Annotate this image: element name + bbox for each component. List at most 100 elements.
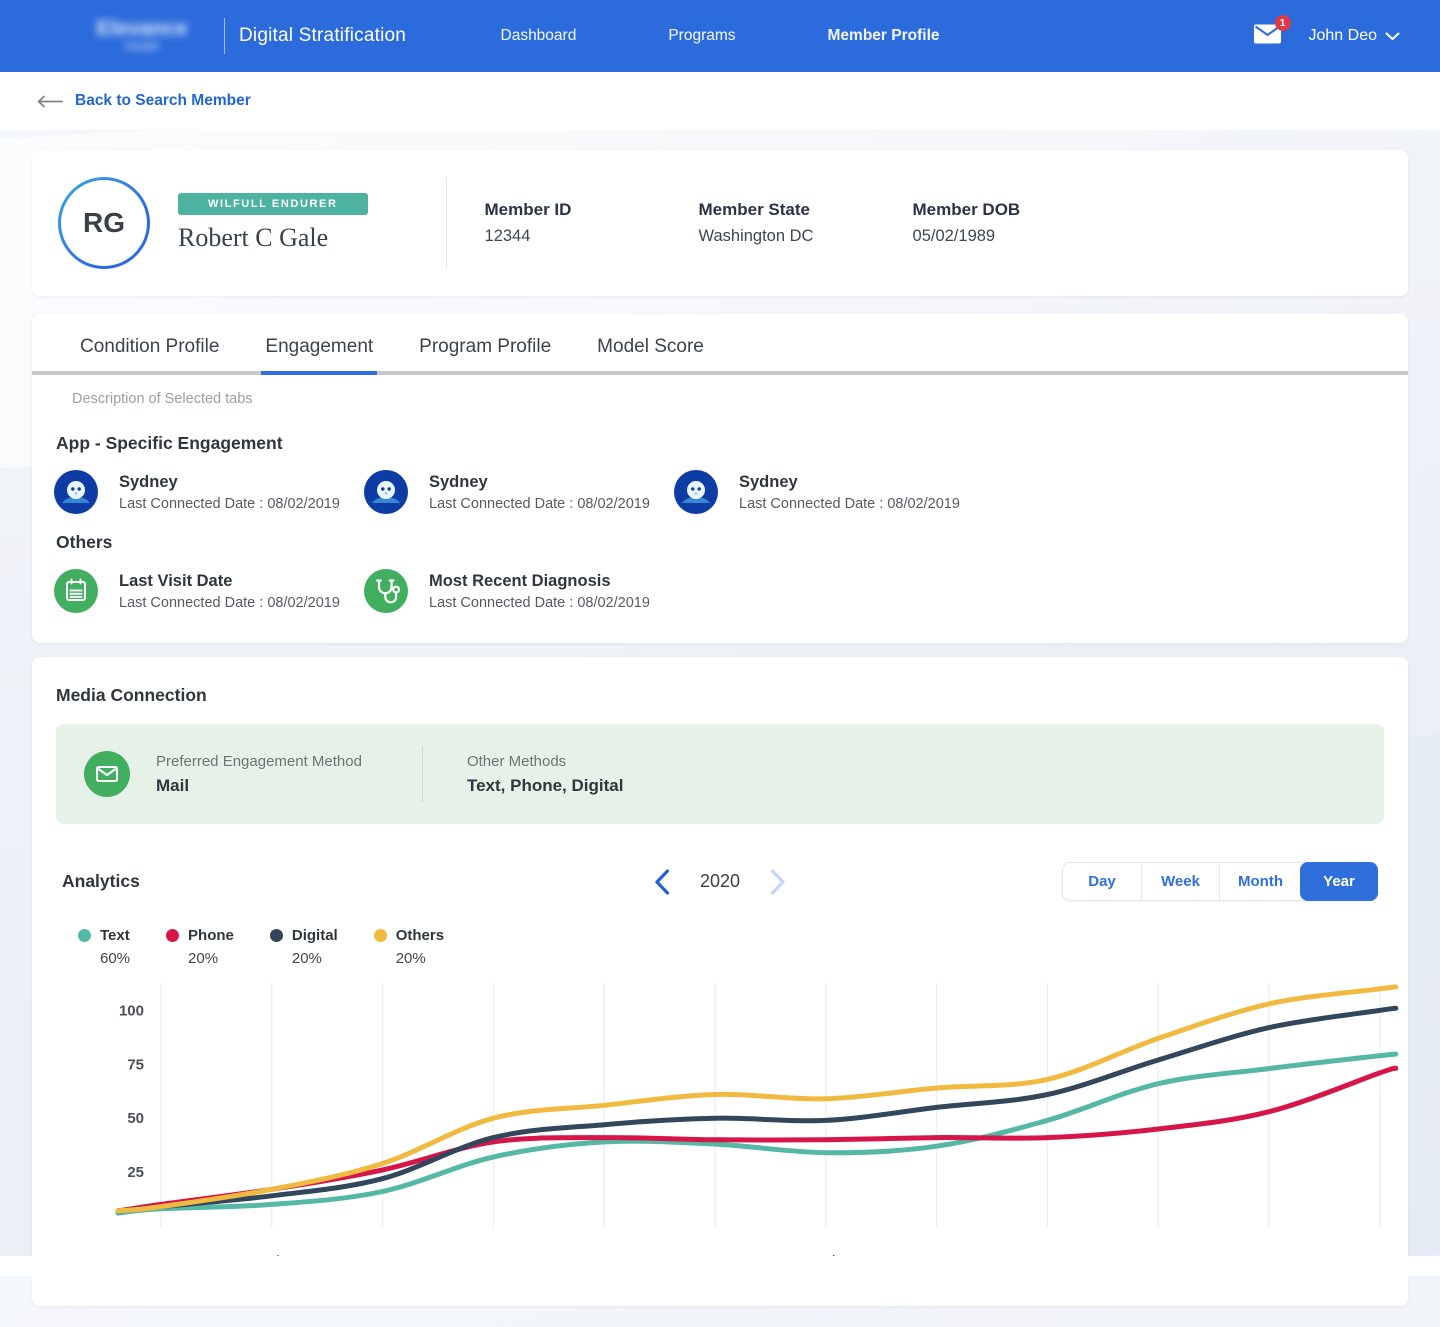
member-persona-badge: WILFULL ENDURER: [178, 193, 368, 215]
mail-circle-icon: [84, 751, 130, 797]
stethoscope-icon: [364, 569, 408, 613]
media-analytics-card: Media Connection Preferred Engagement Me…: [32, 657, 1408, 1306]
chart-legend: Text 60% Phone 20% Digital 20% Others 20…: [78, 927, 1384, 967]
member-id-label: Member ID: [485, 200, 699, 220]
tabs-underline: [32, 371, 1408, 375]
divider: [446, 177, 447, 269]
preferred-method-field: Preferred Engagement Method Mail: [156, 753, 362, 796]
legend-label: Others: [396, 927, 444, 944]
range-week-button[interactable]: Week: [1141, 863, 1219, 900]
engagement-card: Condition Profile Engagement Program Pro…: [32, 314, 1408, 643]
member-id-value: 12344: [485, 227, 699, 246]
other-item-name: Most Recent Diagnosis: [429, 572, 650, 591]
media-connection-heading: Media Connection: [56, 681, 1384, 706]
member-state-label: Member State: [699, 200, 913, 220]
member-dob-field: Member DOB 05/02/1989: [913, 200, 1127, 246]
notifications-button[interactable]: 1: [1253, 22, 1283, 50]
others-heading: Others: [32, 518, 1408, 553]
range-selector: Day Week Month Year: [1062, 862, 1378, 901]
legend-label: Phone: [188, 927, 234, 944]
range-year-button[interactable]: Year: [1300, 862, 1378, 901]
next-year-button[interactable]: [770, 869, 786, 895]
nav-item-member-profile[interactable]: Member Profile: [828, 27, 940, 45]
member-id-field: Member ID 12344: [485, 200, 699, 246]
chevron-down-icon: [1385, 32, 1400, 41]
top-nav-bar: Elevance Health Digital Stratification D…: [0, 0, 1440, 72]
legend-percent: 20%: [292, 950, 338, 967]
legend-dot: [78, 929, 91, 942]
back-to-search-link[interactable]: Back to Search Member: [36, 92, 251, 110]
legend-label: Text: [100, 927, 130, 944]
logo-text: Elevance: [96, 17, 187, 40]
legend-item-phone: Phone 20%: [166, 927, 234, 967]
other-item-last-connected: Last Connected Date : 08/02/2019: [119, 595, 340, 611]
svg-text:50: 50: [127, 1110, 144, 1127]
legend-dot: [374, 929, 387, 942]
legend-item-text: Text 60%: [78, 927, 130, 967]
svg-text:100: 100: [119, 1002, 144, 1019]
legend-percent: 20%: [188, 950, 234, 967]
logo-subtext: Health: [78, 41, 206, 52]
other-methods-label: Other Methods: [467, 753, 623, 770]
header-divider: [224, 18, 225, 54]
tab-program-profile[interactable]: Program Profile: [419, 336, 551, 375]
arrow-left-icon: [36, 95, 63, 108]
other-engagement-item: Most Recent Diagnosis Last Connected Dat…: [364, 569, 674, 613]
profile-tabs: Condition Profile Engagement Program Pro…: [32, 314, 1408, 375]
member-summary-card: RG WILFULL ENDURER Robert C Gale Member …: [32, 150, 1408, 296]
tab-model-score[interactable]: Model Score: [597, 336, 704, 375]
other-methods-value: Text, Phone, Digital: [467, 776, 623, 796]
legend-label: Digital: [292, 927, 338, 944]
legend-percent: 60%: [100, 950, 130, 967]
company-logo[interactable]: Elevance Health: [78, 19, 206, 52]
main-nav: Dashboard Programs Member Profile: [501, 27, 940, 45]
app-title: Digital Stratification: [239, 25, 406, 47]
app-engagement-heading: App - Specific Engagement: [32, 407, 1408, 454]
app-name: Sydney: [119, 473, 340, 492]
media-connection-panel: Preferred Engagement Method Mail Other M…: [56, 724, 1384, 824]
svg-text:75: 75: [127, 1056, 144, 1073]
analytics-heading: Analytics: [62, 871, 140, 892]
selected-year: 2020: [700, 871, 740, 892]
avatar: RG: [58, 177, 150, 269]
app-last-connected: Last Connected Date : 08/02/2019: [119, 496, 340, 512]
app-engagement-item: Sydney Last Connected Date : 08/02/2019: [674, 470, 984, 514]
divider: [422, 746, 423, 802]
legend-item-others: Others 20%: [374, 927, 444, 967]
legend-item-digital: Digital 20%: [270, 927, 338, 967]
back-row: Back to Search Member: [0, 72, 1440, 130]
app-name: Sydney: [429, 473, 650, 492]
year-navigation: 2020: [654, 869, 786, 895]
legend-percent: 20%: [396, 950, 444, 967]
app-engagement-item: Sydney Last Connected Date : 08/02/2019: [54, 470, 364, 514]
preferred-method-value: Mail: [156, 776, 362, 796]
nav-item-dashboard[interactable]: Dashboard: [501, 27, 577, 45]
range-month-button[interactable]: Month: [1219, 863, 1301, 900]
range-day-button[interactable]: Day: [1063, 863, 1141, 900]
other-methods-field: Other Methods Text, Phone, Digital: [467, 753, 623, 796]
svg-text:25: 25: [127, 1164, 144, 1181]
app-last-connected: Last Connected Date : 08/02/2019: [739, 496, 960, 512]
sydney-app-icon: [364, 470, 408, 514]
app-name: Sydney: [739, 473, 960, 492]
previous-year-button[interactable]: [654, 869, 670, 895]
member-dob-value: 05/02/1989: [913, 227, 1127, 246]
app-last-connected: Last Connected Date : 08/02/2019: [429, 496, 650, 512]
legend-dot: [166, 929, 179, 942]
avatar-initials: RG: [61, 180, 147, 266]
tab-engagement[interactable]: Engagement: [265, 336, 373, 375]
nav-item-programs[interactable]: Programs: [668, 27, 735, 45]
user-menu[interactable]: John Deo: [1309, 27, 1401, 45]
chevron-right-icon: [770, 869, 786, 895]
tab-condition-profile[interactable]: Condition Profile: [80, 336, 219, 375]
other-engagement-item: Last Visit Date Last Connected Date : 08…: [54, 569, 364, 613]
other-item-last-connected: Last Connected Date : 08/02/2019: [429, 595, 650, 611]
chevron-left-icon: [654, 869, 670, 895]
member-name: Robert C Gale: [178, 223, 368, 253]
app-engagement-item: Sydney Last Connected Date : 08/02/2019: [364, 470, 674, 514]
tab-description: Description of Selected tabs: [32, 375, 1408, 407]
member-state-field: Member State Washington DC: [699, 200, 913, 246]
user-name: John Deo: [1309, 27, 1378, 45]
bottom-strip: [0, 1256, 1440, 1276]
notification-badge: 1: [1275, 15, 1291, 31]
